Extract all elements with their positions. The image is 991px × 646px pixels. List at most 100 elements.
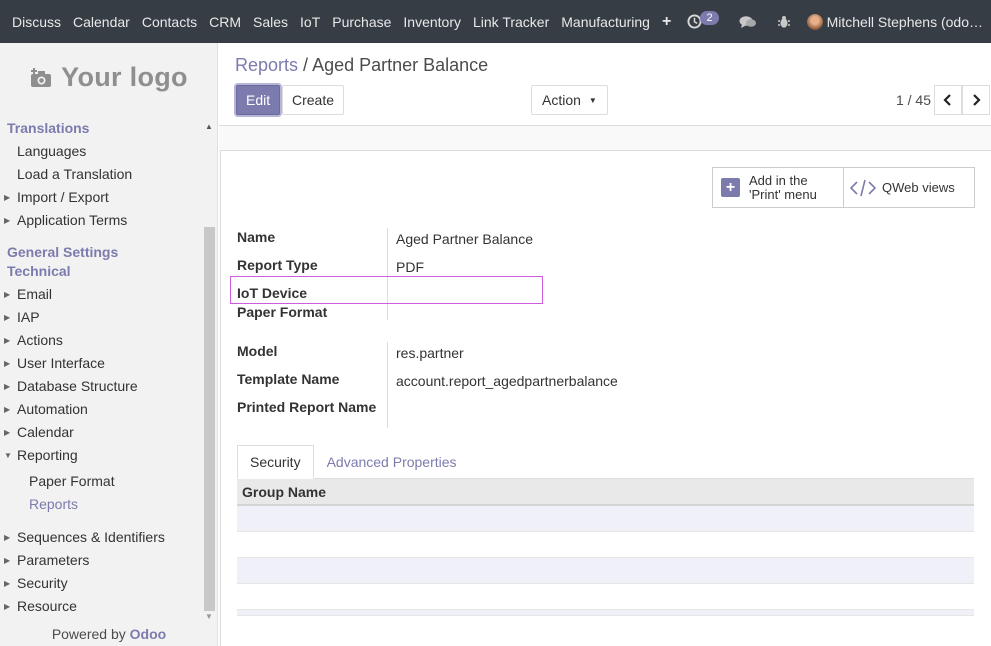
odoo-link[interactable]: Odoo xyxy=(130,626,167,642)
iot-device-label: IoT Device xyxy=(237,285,308,301)
action-dropdown[interactable]: Action ▼ xyxy=(531,85,608,115)
sidebar-item-languages[interactable]: Languages xyxy=(0,140,86,163)
tab-advanced-properties[interactable]: Advanced Properties xyxy=(314,445,470,479)
name-label: Name xyxy=(237,229,276,245)
sidebar-item-import-export[interactable]: ▶ Import / Export xyxy=(0,186,109,209)
sidebar-head-technical[interactable]: Technical xyxy=(0,262,71,281)
sidebar-item-label: IAP xyxy=(17,309,40,325)
tab-security[interactable]: Security xyxy=(237,445,314,479)
notebook-tabs: Security Advanced Properties xyxy=(237,445,470,479)
template-name-value[interactable]: account.report_agedpartnerbalance xyxy=(396,373,618,389)
caret-right-icon: ▶ xyxy=(4,336,11,345)
sidebar-item-resource[interactable]: ▶ Resource xyxy=(0,595,77,618)
caret-down-icon: ▼ xyxy=(4,451,12,460)
sidebar-item-label: Actions xyxy=(17,332,63,348)
sidebar-item-automation[interactable]: ▶ Automation xyxy=(0,398,88,421)
pager-next-button[interactable] xyxy=(962,85,990,115)
caret-right-icon: ▶ xyxy=(4,193,11,202)
sidebar-item-label: Load a Translation xyxy=(17,166,133,182)
sidebar-item-database-structure[interactable]: ▶ Database Structure xyxy=(0,375,138,398)
menu-manufacturing[interactable]: Manufacturing xyxy=(555,0,656,43)
company-logo[interactable]: Your logo xyxy=(0,43,217,111)
table-row[interactable] xyxy=(237,506,974,532)
sidebar-head-general-settings[interactable]: General Settings xyxy=(0,243,118,262)
menu-iot[interactable]: IoT xyxy=(294,0,326,43)
pager-previous-button[interactable] xyxy=(934,85,962,115)
menu-sales[interactable]: Sales xyxy=(247,0,294,43)
field-separator xyxy=(387,228,388,320)
menu-crm[interactable]: CRM xyxy=(203,0,247,43)
sidebar-item-label: Reporting xyxy=(17,447,78,463)
paper-format-value[interactable] xyxy=(396,304,546,322)
create-button[interactable]: Create xyxy=(282,85,345,115)
sidebar-item-calendar[interactable]: ▶ Calendar xyxy=(0,421,74,444)
sidebar-item-label: Email xyxy=(17,286,53,302)
more-apps-plus-icon[interactable]: + xyxy=(656,0,677,43)
sidebar-item-reports[interactable]: Reports xyxy=(0,493,78,516)
user-menu[interactable]: Mitchell Stephens (odo… xyxy=(801,0,991,43)
menu-purchase[interactable]: Purchase xyxy=(326,0,397,43)
menu-inventory[interactable]: Inventory xyxy=(397,0,467,43)
camera-plus-icon xyxy=(31,68,52,87)
sidebar-item-label: Import / Export xyxy=(17,189,109,205)
add-print-menu-button[interactable]: + Add in the 'Print' menu xyxy=(713,168,843,207)
table-row[interactable] xyxy=(237,584,974,610)
sidebar-item-application-terms[interactable]: ▶ Application Terms xyxy=(0,209,127,232)
column-header-group-name[interactable]: Group Name xyxy=(237,479,974,506)
paper-format-label: Paper Format xyxy=(237,304,328,320)
caret-right-icon: ▶ xyxy=(4,556,11,565)
qweb-views-button[interactable]: QWeb views xyxy=(843,168,974,207)
activity-button[interactable]: 2 xyxy=(677,0,728,43)
report-type-value[interactable]: PDF xyxy=(396,259,424,275)
bug-icon xyxy=(777,15,790,28)
sidebar-item-label: User Interface xyxy=(17,355,105,371)
sidebar-item-load-translation[interactable]: Load a Translation xyxy=(0,163,132,186)
sidebar-item-email[interactable]: ▶ Email xyxy=(0,283,52,306)
caret-right-icon: ▶ xyxy=(4,405,11,414)
field-separator xyxy=(387,342,388,428)
printed-report-name-value[interactable] xyxy=(396,399,546,417)
sidebar-item-paper-format[interactable]: Paper Format xyxy=(0,470,115,493)
chat-bubbles-icon xyxy=(739,15,756,28)
breadcrumb: Reports / Aged Partner Balance xyxy=(235,55,488,76)
activity-count-badge: 2 xyxy=(700,10,719,25)
sidebar-item-actions[interactable]: ▶ Actions xyxy=(0,329,63,352)
scroll-up-icon[interactable]: ▲ xyxy=(205,122,213,131)
logo-text: Your logo xyxy=(61,61,188,92)
sidebar-item-label: Calendar xyxy=(17,424,74,440)
sidebar-item-label: Languages xyxy=(17,143,87,159)
action-label: Action xyxy=(542,92,581,108)
sidebar-item-reporting[interactable]: ▼ Reporting xyxy=(0,444,78,467)
top-navbar: Discuss Calendar Contacts CRM Sales IoT … xyxy=(0,0,991,43)
model-value[interactable]: res.partner xyxy=(396,345,464,361)
report-type-label: Report Type xyxy=(237,257,318,273)
sidebar-item-security[interactable]: ▶ Security xyxy=(0,572,68,595)
sidebar-item-label: Application Terms xyxy=(17,212,128,228)
sidebar-item-label: Automation xyxy=(17,401,88,417)
sidebar-item-parameters[interactable]: ▶ Parameters xyxy=(0,549,89,572)
messages-button[interactable] xyxy=(729,0,767,43)
sidebar-item-sequences[interactable]: ▶ Sequences & Identifiers xyxy=(0,526,165,549)
menu-link-tracker[interactable]: Link Tracker xyxy=(467,0,555,43)
scroll-thumb[interactable] xyxy=(204,227,215,611)
navbar-systray: 2 Mitchell Stephens (odo… xyxy=(677,0,991,43)
sidebar-item-user-interface[interactable]: ▶ User Interface xyxy=(0,352,105,375)
debug-button[interactable] xyxy=(767,0,801,43)
menu-calendar[interactable]: Calendar xyxy=(67,0,136,43)
scroll-down-icon[interactable]: ▼ xyxy=(205,612,213,621)
table-row[interactable] xyxy=(237,532,974,558)
iot-device-value[interactable] xyxy=(396,285,546,303)
sidebar-scrollbar[interactable]: ▲ ▼ xyxy=(202,116,216,621)
name-value[interactable]: Aged Partner Balance xyxy=(396,231,533,247)
menu-discuss[interactable]: Discuss xyxy=(6,0,67,43)
sidebar-item-iap[interactable]: ▶ IAP xyxy=(0,306,40,329)
control-panel: Reports / Aged Partner Balance Edit Crea… xyxy=(219,43,991,126)
breadcrumb-reports[interactable]: Reports xyxy=(235,55,298,75)
plus-square-icon: + xyxy=(721,178,740,197)
code-icon xyxy=(850,179,876,196)
edit-button[interactable]: Edit xyxy=(236,85,281,115)
pager-value[interactable]: 1 / 45 xyxy=(896,92,931,108)
sidebar-head-translations[interactable]: Translations xyxy=(0,119,89,138)
menu-contacts[interactable]: Contacts xyxy=(136,0,203,43)
table-row[interactable] xyxy=(237,558,974,584)
